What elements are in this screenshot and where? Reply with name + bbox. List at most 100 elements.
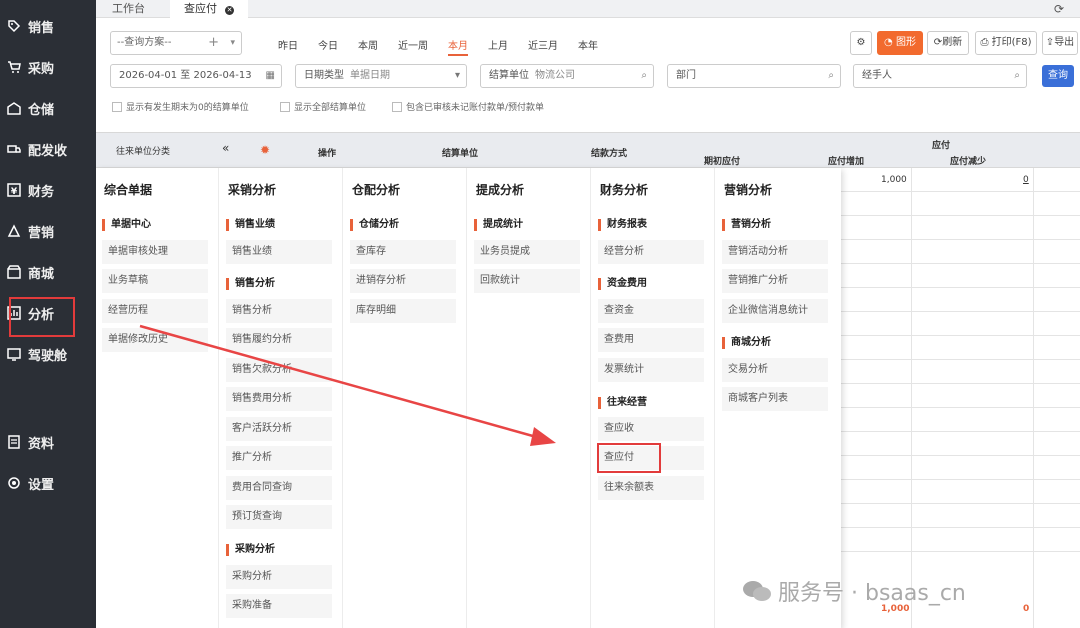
date-range-field[interactable]: 2026-04-01 至 2026-04-13 ▦ bbox=[110, 64, 282, 88]
sidebar-item-finance[interactable]: ¥ 财务 bbox=[6, 175, 54, 205]
row-divider bbox=[837, 407, 1080, 408]
query-scheme-select[interactable]: --查询方案-- + ▾ bbox=[110, 31, 242, 55]
menu-item[interactable]: 经营历程 bbox=[102, 299, 208, 323]
search-icon[interactable]: ⌕ bbox=[641, 65, 647, 87]
gear-icon: ⚙ bbox=[856, 37, 866, 48]
header-opening: 期初应付 bbox=[704, 157, 741, 167]
menu-item[interactable]: 单据修改历史 bbox=[102, 328, 208, 352]
tab-workbench[interactable]: 工作台 bbox=[98, 0, 159, 18]
sidebar-item-label: 销售 bbox=[28, 20, 55, 36]
section-title: 采购分析 bbox=[226, 544, 275, 556]
sidebar-item-cockpit[interactable]: 驾驶舱 bbox=[6, 339, 67, 369]
checkbox-include-unposted[interactable]: 包含已审核未记账付款单/预付款单 bbox=[392, 100, 544, 113]
handler-field[interactable]: 经手人 ⌕ bbox=[853, 64, 1027, 88]
header-group: 应付 bbox=[932, 141, 951, 151]
sidebar-item-storage[interactable]: 仓储 bbox=[6, 93, 54, 123]
menu-item[interactable]: 单据审核处理 bbox=[102, 240, 208, 264]
date-type-select[interactable]: 日期类型 单据日期 ▾ bbox=[295, 64, 467, 88]
print-button[interactable]: ⎙ 打印(F8) bbox=[975, 31, 1037, 55]
menu-item[interactable]: 采购分析 bbox=[226, 565, 332, 589]
menu-item[interactable]: 交易分析 bbox=[722, 358, 828, 382]
menu-item[interactable]: 查资金 bbox=[598, 299, 704, 323]
menu-item[interactable]: 商城客户列表 bbox=[722, 387, 828, 411]
sidebar-item-data[interactable]: 资料 bbox=[6, 427, 54, 457]
search-icon[interactable]: ⌕ bbox=[1014, 65, 1020, 87]
gear-icon bbox=[6, 475, 22, 491]
tab-payable[interactable]: 查应付 ✕ bbox=[170, 0, 248, 18]
date-shortcut-active[interactable]: 本月 bbox=[448, 37, 468, 56]
menu-item[interactable]: 采购准备 bbox=[226, 594, 332, 618]
date-type-value: 单据日期 bbox=[350, 70, 390, 81]
checkbox-box[interactable] bbox=[112, 101, 122, 112]
menu-item[interactable]: 销售欠款分析 bbox=[226, 358, 332, 382]
menu-item[interactable]: 客户活跃分析 bbox=[226, 417, 332, 441]
menu-item[interactable]: 企业微信消息统计 bbox=[722, 299, 828, 323]
cell-decrease[interactable]: 0 bbox=[1023, 175, 1029, 185]
menu-item[interactable]: 销售费用分析 bbox=[226, 387, 332, 411]
cockpit-icon bbox=[6, 346, 22, 362]
menu-item[interactable]: 进销存分析 bbox=[350, 269, 456, 293]
search-icon[interactable]: ⌕ bbox=[828, 65, 834, 87]
export-icon: ⇪ bbox=[1045, 37, 1055, 48]
date-shortcut[interactable]: 今日 bbox=[318, 37, 338, 52]
settle-unit-value: 物流公司 bbox=[535, 70, 575, 81]
menu-item[interactable]: 回款统计 bbox=[474, 269, 580, 293]
checkbox-box[interactable] bbox=[280, 101, 290, 112]
gear-icon[interactable]: ✹ bbox=[260, 143, 270, 157]
sidebar-item-settings[interactable]: 设置 bbox=[6, 468, 54, 498]
menu-item[interactable]: 营销推广分析 bbox=[722, 269, 828, 293]
menu-item[interactable]: 业务员提成 bbox=[474, 240, 580, 264]
settle-unit-field[interactable]: 结算单位 物流公司 ⌕ bbox=[480, 64, 654, 88]
row-divider bbox=[837, 359, 1080, 360]
date-shortcut[interactable]: 昨日 bbox=[278, 37, 298, 52]
menu-item[interactable]: 费用合同查询 bbox=[226, 476, 332, 500]
menu-item[interactable]: 销售分析 bbox=[226, 299, 332, 323]
chart-button[interactable]: ◔ 图形 bbox=[877, 31, 923, 55]
column-title: 提成分析 bbox=[476, 183, 525, 197]
sidebar-item-purchase[interactable]: 采购 bbox=[6, 52, 54, 82]
date-shortcut[interactable]: 近一周 bbox=[398, 37, 428, 52]
collapse-icon[interactable]: « bbox=[222, 141, 229, 155]
query-button[interactable]: 查询 bbox=[1042, 65, 1074, 87]
menu-item[interactable]: 发票统计 bbox=[598, 358, 704, 382]
column-title: 综合单据 bbox=[104, 183, 153, 197]
sidebar-item-distribution[interactable]: 配发收 bbox=[6, 134, 67, 164]
sidebar-item-store[interactable]: 商城 bbox=[6, 257, 54, 287]
watermark: 服务号 · bsaas_cn bbox=[742, 575, 966, 607]
menu-item[interactable]: 查应收 bbox=[598, 417, 704, 441]
date-shortcut[interactable]: 本年 bbox=[578, 37, 598, 52]
department-field[interactable]: 部门 ⌕ bbox=[667, 64, 841, 88]
date-shortcut[interactable]: 上月 bbox=[488, 37, 508, 52]
date-shortcut[interactable]: 近三月 bbox=[528, 37, 558, 52]
menu-item[interactable]: 往来余额表 bbox=[598, 476, 704, 500]
menu-item[interactable]: 查库存 bbox=[350, 240, 456, 264]
date-shortcuts: 昨日 今日 本周 近一周 本月 上月 近三月 本年 bbox=[278, 37, 618, 56]
column-title: 仓配分析 bbox=[352, 183, 401, 197]
menu-item[interactable]: 营销活动分析 bbox=[722, 240, 828, 264]
store-icon bbox=[6, 264, 22, 280]
menu-item[interactable]: 经营分析 bbox=[598, 240, 704, 264]
row-divider bbox=[837, 335, 1080, 336]
checkbox-show-all[interactable]: 显示全部结算单位 bbox=[280, 100, 366, 113]
checkbox-box[interactable] bbox=[392, 101, 402, 112]
menu-item[interactable]: 销售业绩 bbox=[226, 240, 332, 264]
date-shortcut[interactable]: 本周 bbox=[358, 37, 378, 52]
export-button[interactable]: ⇪导出 bbox=[1042, 31, 1078, 55]
sidebar-item-marketing[interactable]: 营销 bbox=[6, 216, 54, 246]
settings-button[interactable]: ⚙ bbox=[850, 31, 872, 55]
menu-item[interactable]: 库存明细 bbox=[350, 299, 456, 323]
menu-item[interactable]: 销售履约分析 bbox=[226, 328, 332, 352]
menu-item[interactable]: 查费用 bbox=[598, 328, 704, 352]
menu-column: 综合单据 单据中心 单据审核处理 业务草稿 经营历程 单据修改历史 bbox=[96, 168, 219, 628]
reload-icon[interactable]: ⟳ bbox=[1054, 2, 1070, 16]
plus-icon[interactable]: + bbox=[208, 32, 219, 54]
menu-item[interactable]: 预订货查询 bbox=[226, 505, 332, 529]
checkbox-show-zero[interactable]: 显示有发生期末为0的结算单位 bbox=[112, 100, 249, 113]
section-title: 仓储分析 bbox=[350, 219, 399, 231]
refresh-button[interactable]: ⟳刷新 bbox=[927, 31, 969, 55]
close-icon[interactable]: ✕ bbox=[225, 6, 234, 15]
sidebar-item-sales[interactable]: 销售 bbox=[6, 11, 54, 41]
menu-item[interactable]: 推广分析 bbox=[226, 446, 332, 470]
menu-item[interactable]: 业务草稿 bbox=[102, 269, 208, 293]
handler-placeholder: 经手人 bbox=[862, 70, 892, 81]
